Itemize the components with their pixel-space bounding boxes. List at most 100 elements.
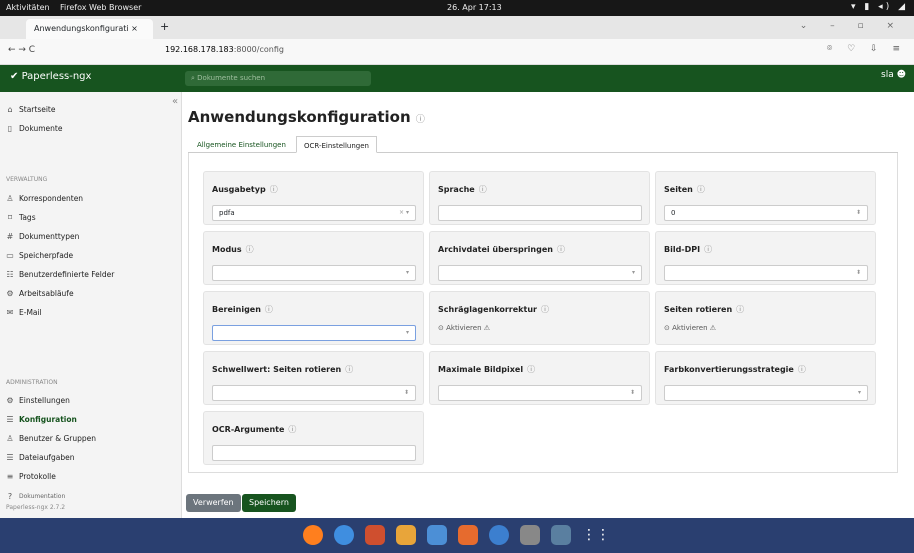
sidebar-item-korrespondenten[interactable]: ♙ Korrespondenten [6,194,83,203]
window-controls-icon[interactable]: ⌄ – ▫ × [800,21,904,31]
files-icon[interactable] [365,525,385,545]
clock[interactable]: 26. Apr 17:13 [447,3,502,12]
sidebar-item-tags[interactable]: ⌑ Tags [6,213,36,222]
app-grid-icon[interactable]: ⋮⋮ [582,525,610,545]
thunderbird-icon[interactable] [334,525,354,545]
sidebar-item-konfiguration[interactable]: ☰ Konfiguration [6,415,77,424]
section-header: VERWALTUNG [6,176,48,183]
bereinigen-select[interactable]: ▾ [212,325,416,341]
field-schraeglage: Schräglagenkorrektur ⓘ ⊙ Aktivieren ⚠ [429,291,650,345]
info-icon[interactable]: ⓘ [541,305,549,314]
info-icon[interactable]: ⓘ [697,185,705,194]
ausgabetyp-select[interactable]: pdfa × ▾ [212,205,416,221]
field-archiv: Archivdatei überspringen ⓘ ▾ [429,231,650,285]
ocrargs-input[interactable] [212,445,416,461]
sidebar-item-email[interactable]: ✉ E-Mail [6,308,42,317]
sidebar-item-doku[interactable]: ? Dokumentation [6,492,65,501]
info-icon[interactable]: ⓘ [246,245,254,254]
sidebar-item-felder[interactable]: ☷ Benutzerdefinierte Felder [6,270,114,279]
sprache-input[interactable] [438,205,642,221]
sidebar-item-dokumenttypen[interactable]: # Dokumenttypen [6,232,80,241]
trash-icon[interactable] [551,525,571,545]
sidebar-item-startseite[interactable]: ⌂ Startseite [6,105,55,114]
archiv-select[interactable]: ▾ [438,265,642,281]
field-label: Modus ⓘ [212,244,254,255]
browser-tab[interactable]: Anwendungskonfigurati × [26,19,153,39]
dpi-number-input[interactable]: ⬍ [664,265,868,281]
gear-icon: ⚙ [6,396,14,405]
rotieren-toggle[interactable]: ⊙ Aktivieren ⚠ [664,324,716,332]
farb-select[interactable]: ▾ [664,385,868,401]
new-tab-button[interactable]: + [160,20,169,33]
firefox-icon[interactable] [303,525,323,545]
field-label: Farbkonvertierungsstrategie ⓘ [664,364,806,375]
modus-select[interactable]: ▾ [212,265,416,281]
warning-icon: ⚠ [483,324,491,332]
chevron-down-icon: ▾ [631,269,635,276]
user-menu[interactable]: sla ☻ [881,70,906,80]
sidebar-item-label: Dokumenttypen [19,232,80,241]
brand-name: Paperless-ngx [21,71,92,82]
tab-ocr[interactable]: OCR-Einstellungen [296,136,377,153]
stepper-icon[interactable]: ⬍ [404,389,409,396]
field-maxpixel: Maximale Bildpixel ⓘ ⬍ [429,351,650,405]
clear-chevron-icon[interactable]: × ▾ [399,209,409,216]
seiten-number-input[interactable]: 0 ⬍ [664,205,868,221]
field-farb: Farbkonvertierungsstrategie ⓘ ▾ [655,351,876,405]
software-icon[interactable] [458,525,478,545]
info-icon[interactable]: ⓘ [479,185,487,194]
app-logo[interactable]: ✔ Paperless-ngx [10,71,91,82]
sidebar-item-label: Arbeitsabläufe [19,289,74,298]
sidebar-item-dokumente[interactable]: ▯ Dokumente [6,124,63,133]
sidebar-item-label: Konfiguration [19,415,77,424]
stepper-icon[interactable]: ⬍ [856,269,861,276]
field-label: Ausgabetyp ⓘ [212,184,278,195]
sidebar-item-protokolle[interactable]: ≡ Protokolle [6,472,56,481]
activities-button[interactable]: Aktivitäten [6,3,50,12]
info-icon[interactable]: ⓘ [527,365,535,374]
info-icon[interactable]: ⓘ [557,245,565,254]
url-host: 192.168.178.183 [165,45,234,54]
sidebar-item-arbeitsablaeufe[interactable]: ⚙ Arbeitsabläufe [6,289,74,298]
nav-buttons-icon[interactable]: ← → C [8,45,35,55]
music-icon[interactable] [396,525,416,545]
info-icon[interactable]: ⓘ [270,185,278,194]
section-header: ADMINISTRATION [6,379,58,386]
writer-icon[interactable] [427,525,447,545]
info-icon[interactable]: ⓘ [265,305,273,314]
field-ocrargs: OCR-Argumente ⓘ [203,411,424,465]
info-icon[interactable]: ⓘ [736,305,744,314]
info-icon[interactable]: ⓘ [704,245,712,254]
sidebar-item-speicherpfade[interactable]: ▭ Speicherpfade [6,251,73,260]
collapse-sidebar-icon[interactable]: « [172,96,178,107]
help-icon[interactable] [489,525,509,545]
stepper-icon[interactable]: ⬍ [630,389,635,396]
label-text: Sprache [438,185,475,194]
info-icon[interactable]: ⓘ [345,365,353,374]
discard-button[interactable]: Verwerfen [186,494,241,512]
search-input[interactable]: ⌕ Dokumente suchen [185,71,371,86]
sidebar-item-label: Dokumente [19,124,63,133]
save-button[interactable]: Speichern [242,494,296,512]
sidebar-item-dateiaufgaben[interactable]: ☰ Dateiaufgaben [6,453,74,462]
label-text: Schräglagenkorrektur [438,305,537,314]
sidebar-item-benutzer[interactable]: ♙ Benutzer & Gruppen [6,434,96,443]
url-bar[interactable]: 192.168.178.183:8000/config [165,45,284,54]
terminal-icon[interactable] [520,525,540,545]
label-text: Ausgabetyp [212,185,266,194]
app-menu[interactable]: Firefox Web Browser [60,3,141,12]
info-icon[interactable]: ⓘ [288,425,296,434]
browser-toolbar-icon[interactable]: ⌾ ♡ ⇩ ≡ [827,44,906,54]
schwellwert-number-input[interactable]: ⬍ [212,385,416,401]
sidebar-item-einstellungen[interactable]: ⚙ Einstellungen [6,396,69,405]
schraeglage-toggle[interactable]: ⊙ Aktivieren ⚠ [438,324,490,332]
warning-icon: ⚠ [709,324,717,332]
browser-navbar: ← → C 192.168.178.183:8000/config ⌾ ♡ ⇩ … [0,39,914,65]
settings-panel: Ausgabetyp ⓘ pdfa × ▾ Sprache ⓘ Seiten ⓘ 0 ⬍ … [188,153,898,473]
help-icon[interactable]: ⓘ [416,115,425,125]
maxpixel-number-input[interactable]: ⬍ [438,385,642,401]
system-tray-icon[interactable]: ▾ ▮ ◂) ◢ [851,2,908,12]
stepper-icon[interactable]: ⬍ [856,209,861,216]
info-icon[interactable]: ⓘ [798,365,806,374]
tab-allgemein[interactable]: Allgemeine Einstellungen [190,136,293,153]
